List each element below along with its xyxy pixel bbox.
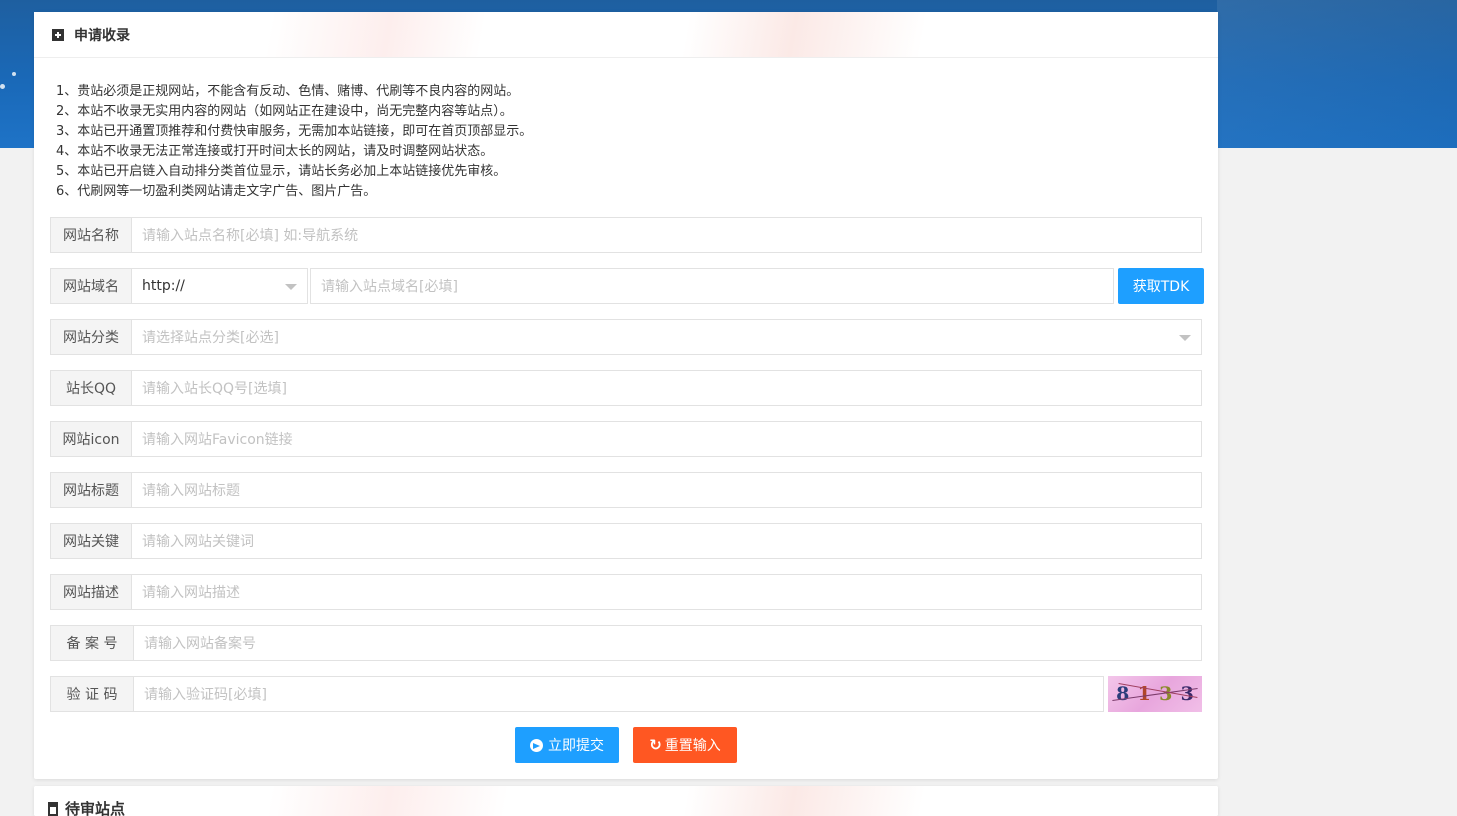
- pending-card-title: 待审站点: [65, 799, 126, 816]
- pending-card: 待审站点: [34, 786, 1218, 816]
- pending-card-header: 待审站点: [34, 786, 1218, 816]
- fetch-tdk-button[interactable]: 获取TDK: [1118, 268, 1204, 304]
- note-item: 5、本站已开启链入自动排分类首位显示，请站长务必加上本站链接优先审核。: [56, 164, 507, 179]
- chevron-down-icon: [285, 284, 297, 290]
- captcha-row: 验 证 码 请输入验证码[必填]: [50, 676, 1104, 712]
- submit-label: 立即提交: [548, 738, 604, 754]
- apply-card-title: 申请收录: [74, 27, 130, 44]
- site-category-row: 网站分类 请选择站点分类[必选]: [50, 319, 1202, 355]
- captcha-char: 3: [1159, 683, 1173, 705]
- site-keywords-label: 网站关键: [50, 523, 132, 559]
- owner-qq-label: 站长QQ: [50, 370, 132, 406]
- site-keywords-row: 网站关键 请输入网站关键词: [50, 523, 1202, 559]
- captcha-input[interactable]: 请输入验证码[必填]: [134, 676, 1104, 712]
- reset-label: 重置输入: [664, 738, 721, 754]
- site-icon-label: 网站icon: [50, 421, 132, 457]
- note-item: 1、贵站必须是正规网站，不能含有反动、色情、赌博、代刷等不良内容的网站。: [56, 84, 520, 99]
- plus-square-icon: [52, 28, 64, 41]
- icp-label: 备 案 号: [50, 625, 134, 661]
- site-icon-input[interactable]: 请输入网站Favicon链接: [132, 421, 1202, 457]
- note-item: 2、本站不收录无实用内容的网站（如网站正在建设中，尚无完整内容等站点）。: [56, 104, 513, 119]
- captcha-char: 1: [1137, 683, 1151, 705]
- site-title-row: 网站标题 请输入网站标题: [50, 472, 1202, 508]
- reset-button[interactable]: ↻ 重置输入: [633, 727, 737, 763]
- send-icon: [530, 738, 543, 752]
- hourglass-icon: [48, 802, 58, 816]
- site-category-select[interactable]: 请选择站点分类[必选]: [132, 319, 1202, 355]
- apply-card-header: 申请收录: [34, 12, 1218, 58]
- site-category-placeholder: 请选择站点分类[必选]: [142, 330, 279, 346]
- site-description-label: 网站描述: [50, 574, 132, 610]
- site-title-label: 网站标题: [50, 472, 132, 508]
- notes-list: 1、贵站必须是正规网站，不能含有反动、色情、赌博、代刷等不良内容的网站。 2、本…: [34, 58, 1218, 202]
- owner-qq-input[interactable]: 请输入站长QQ号[选填]: [132, 370, 1202, 406]
- protocol-select[interactable]: http://: [132, 268, 308, 304]
- captcha-image[interactable]: 8 1 3 3: [1108, 676, 1202, 712]
- site-name-input[interactable]: 请输入站点名称[必填] 如:导航系统: [132, 217, 1202, 253]
- captcha-char: 8: [1116, 683, 1130, 705]
- site-description-input[interactable]: 请输入网站描述: [132, 574, 1202, 610]
- note-item: 3、本站已开通置顶推荐和付费快审服务，无需加本站链接，即可在首页顶部显示。: [56, 124, 533, 139]
- captcha-label: 验 证 码: [50, 676, 134, 712]
- decor-dot: [12, 72, 16, 76]
- note-item: 6、代刷网等一切盈利类网站请走文字广告、图片广告。: [56, 184, 377, 199]
- site-name-label: 网站名称: [50, 217, 132, 253]
- site-domain-input[interactable]: 请输入站点域名[必填]: [310, 268, 1114, 304]
- note-item: 4、本站不收录无法正常连接或打开时间太长的网站，请及时调整网站状态。: [56, 144, 494, 159]
- site-icon-row: 网站icon 请输入网站Favicon链接: [50, 421, 1202, 457]
- decor-dot: [0, 84, 5, 89]
- chevron-down-icon: [1179, 335, 1191, 341]
- site-description-row: 网站描述 请输入网站描述: [50, 574, 1202, 610]
- captcha-char: 3: [1180, 683, 1194, 705]
- protocol-value: http://: [142, 278, 185, 294]
- apply-card: 申请收录 1、贵站必须是正规网站，不能含有反动、色情、赌博、代刷等不良内容的网站…: [34, 12, 1218, 779]
- site-keywords-input[interactable]: 请输入网站关键词: [132, 523, 1202, 559]
- site-name-row: 网站名称 请输入站点名称[必填] 如:导航系统: [50, 217, 1202, 253]
- owner-qq-row: 站长QQ 请输入站长QQ号[选填]: [50, 370, 1202, 406]
- site-domain-row: 网站域名 http:// 请输入站点域名[必填] 获取TDK: [50, 268, 1204, 304]
- refresh-icon: ↻: [649, 736, 662, 754]
- site-domain-label: 网站域名: [50, 268, 132, 304]
- icp-input[interactable]: 请输入网站备案号: [134, 625, 1202, 661]
- submit-button[interactable]: 立即提交: [515, 727, 619, 763]
- icp-row: 备 案 号 请输入网站备案号: [50, 625, 1202, 661]
- site-title-input[interactable]: 请输入网站标题: [132, 472, 1202, 508]
- site-category-label: 网站分类: [50, 319, 132, 355]
